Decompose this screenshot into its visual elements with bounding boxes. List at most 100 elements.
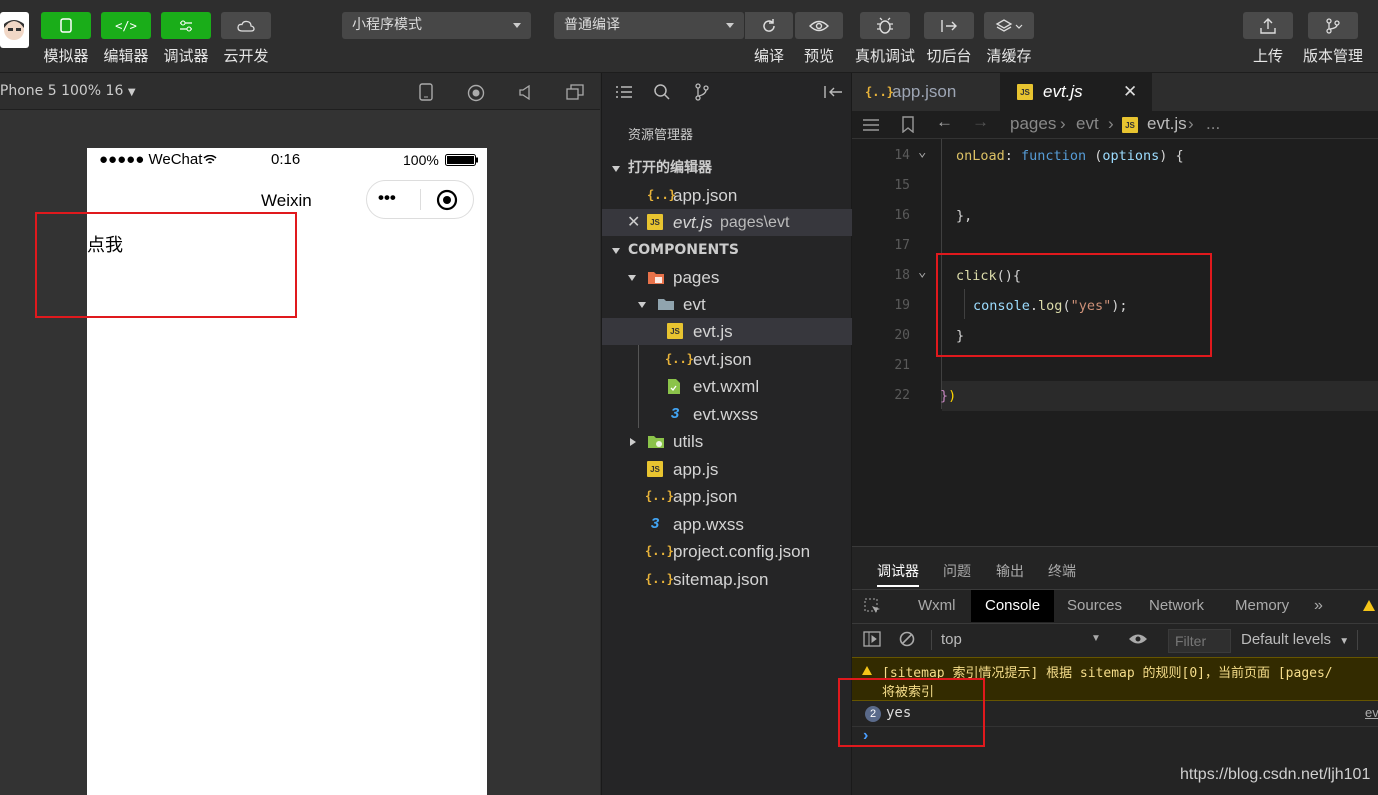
- mode-select[interactable]: 小程序模式: [342, 12, 531, 39]
- log-source-link[interactable]: ev: [1365, 705, 1378, 720]
- switch-icon: [941, 19, 957, 32]
- code-line: },: [956, 208, 973, 224]
- highlight-box-tap: [35, 212, 297, 318]
- warning-icon[interactable]: [1362, 599, 1376, 612]
- tree-folder-utils[interactable]: utils: [602, 428, 852, 455]
- tree-file-evt-json[interactable]: {..} evt.json: [602, 346, 852, 373]
- project-header[interactable]: COMPONENTS: [602, 237, 852, 264]
- explorer-panel: 资源管理器 打开的编辑器 {..} app.json ✕ JS evt.js p…: [601, 73, 852, 795]
- line-number: 14: [894, 148, 910, 163]
- search-icon[interactable]: [654, 84, 670, 100]
- console-filter-input[interactable]: Filter: [1168, 629, 1231, 653]
- list-icon[interactable]: [615, 85, 633, 99]
- tree-folder-evt[interactable]: evt: [602, 291, 852, 318]
- open-editors-header[interactable]: 打开的编辑器: [602, 155, 852, 182]
- preview-button[interactable]: [795, 12, 843, 39]
- close-miniprogram-icon[interactable]: [436, 189, 458, 211]
- record-icon[interactable]: [467, 84, 485, 102]
- utils-folder-icon: [648, 436, 664, 448]
- clear-cache-label: 清缓存: [986, 47, 1032, 65]
- current-line-highlight: [942, 381, 1378, 411]
- layers-icon: [995, 18, 1023, 32]
- remote-debug-button[interactable]: [860, 12, 910, 39]
- tree-folder-pages[interactable]: pages: [602, 264, 852, 291]
- open-editor-item[interactable]: {..} app.json: [602, 182, 852, 209]
- code-line: }): [940, 388, 957, 404]
- clear-console-icon[interactable]: [899, 631, 915, 647]
- bookmark-icon[interactable]: [902, 116, 914, 133]
- open-editor-item-active[interactable]: ✕ JS evt.js pages\evt: [602, 209, 852, 236]
- tree-file-app-wxss[interactable]: 3 app.wxss: [602, 511, 852, 538]
- forward-arrow-icon[interactable]: →: [972, 112, 989, 132]
- compile-mode-value: 普通编译: [564, 17, 620, 33]
- collapse-panel-icon[interactable]: [823, 85, 843, 99]
- fold-chevron-icon[interactable]: ⌄: [918, 144, 926, 160]
- tab-wxml[interactable]: Wxml: [918, 590, 956, 622]
- open-editor-name: evt.js: [673, 213, 713, 232]
- tree-file-evt-js[interactable]: JS evt.js: [602, 318, 852, 345]
- back-arrow-icon[interactable]: ←: [936, 112, 953, 132]
- upload-button[interactable]: [1243, 12, 1293, 39]
- source-control-icon[interactable]: [694, 83, 710, 101]
- bug-icon: [877, 17, 893, 34]
- detach-window-icon[interactable]: [566, 84, 584, 100]
- remote-debug-label: 真机调试: [854, 47, 915, 65]
- log-levels-select[interactable]: Default levels ▼: [1241, 631, 1349, 648]
- tree-file-app-json[interactable]: {..} app.json: [602, 483, 852, 510]
- tree-item-label: project.config.json: [673, 542, 811, 561]
- tab-debugger[interactable]: 调试器: [877, 561, 919, 587]
- clear-cache-button[interactable]: [984, 12, 1034, 39]
- tree-item-label: app.wxss: [673, 515, 744, 534]
- phone-icon[interactable]: [419, 83, 433, 101]
- tab-output[interactable]: 输出: [996, 561, 1024, 581]
- caret-down-icon: ▼: [1339, 636, 1350, 647]
- breadcrumb-separator: ›: [1188, 114, 1194, 133]
- inspect-element-icon[interactable]: [864, 598, 882, 616]
- tab-problems[interactable]: 问题: [943, 561, 971, 581]
- tab-evt-js[interactable]: JS evt.js ✕: [1000, 73, 1152, 111]
- context-select[interactable]: top ▼: [941, 631, 1106, 651]
- more-button[interactable]: •••: [378, 188, 396, 208]
- volume-icon[interactable]: [519, 85, 533, 100]
- close-icon[interactable]: ✕: [1123, 73, 1137, 111]
- upload-label: 上传: [1252, 47, 1283, 65]
- device-select[interactable]: iPhone 5 100% 16 ▼: [0, 83, 136, 99]
- tree-file-evt-wxss[interactable]: 3 evt.wxss: [602, 401, 852, 428]
- tree-file-app-js[interactable]: JS app.js: [602, 456, 852, 483]
- list-icon[interactable]: [862, 118, 880, 132]
- compile-button[interactable]: [745, 12, 793, 39]
- tree-file-evt-wxml[interactable]: evt.wxml: [602, 373, 852, 400]
- tab-network[interactable]: Network: [1149, 590, 1204, 622]
- tab-sources[interactable]: Sources: [1067, 590, 1122, 622]
- eye-icon[interactable]: [1128, 633, 1148, 645]
- breadcrumb-item[interactable]: evt.js: [1147, 114, 1187, 134]
- breadcrumb-item[interactable]: evt: [1076, 114, 1099, 134]
- background-switch-button[interactable]: [924, 12, 974, 39]
- compile-mode-select[interactable]: 普通编译: [554, 12, 744, 39]
- context-select-value: top: [941, 631, 962, 648]
- simulator-toggle-button[interactable]: [41, 12, 91, 39]
- tab-terminal[interactable]: 终端: [1048, 561, 1076, 581]
- chevron-down-icon: [726, 23, 734, 28]
- tab-memory[interactable]: Memory: [1235, 590, 1289, 622]
- debugger-toggle-button[interactable]: [161, 12, 211, 39]
- css-file-icon: 3: [670, 405, 680, 422]
- tree-file-project-config[interactable]: {..} project.config.json: [602, 538, 852, 565]
- user-avatar[interactable]: [0, 12, 29, 48]
- tab-app-json[interactable]: {..} app.json: [852, 73, 1000, 111]
- tab-console[interactable]: Console: [971, 590, 1055, 622]
- sidebar-toggle-icon[interactable]: [863, 631, 881, 647]
- tree-file-sitemap[interactable]: {..} sitemap.json: [602, 566, 852, 593]
- cloud-dev-button[interactable]: [221, 12, 271, 39]
- breadcrumb-item[interactable]: ...: [1206, 114, 1220, 134]
- pages-folder-icon: [648, 272, 664, 284]
- editor-toggle-button[interactable]: </>: [101, 12, 151, 39]
- fold-chevron-icon[interactable]: ⌄: [918, 264, 926, 280]
- chevron-down-icon: [638, 302, 646, 308]
- version-control-button[interactable]: [1308, 12, 1358, 39]
- tree-item-label: evt.json: [693, 350, 752, 369]
- close-icon[interactable]: ✕: [627, 209, 640, 236]
- breadcrumb-item[interactable]: pages: [1010, 114, 1056, 134]
- cloud-dev-label: 云开发: [223, 47, 269, 65]
- more-tabs-icon[interactable]: »: [1314, 590, 1323, 622]
